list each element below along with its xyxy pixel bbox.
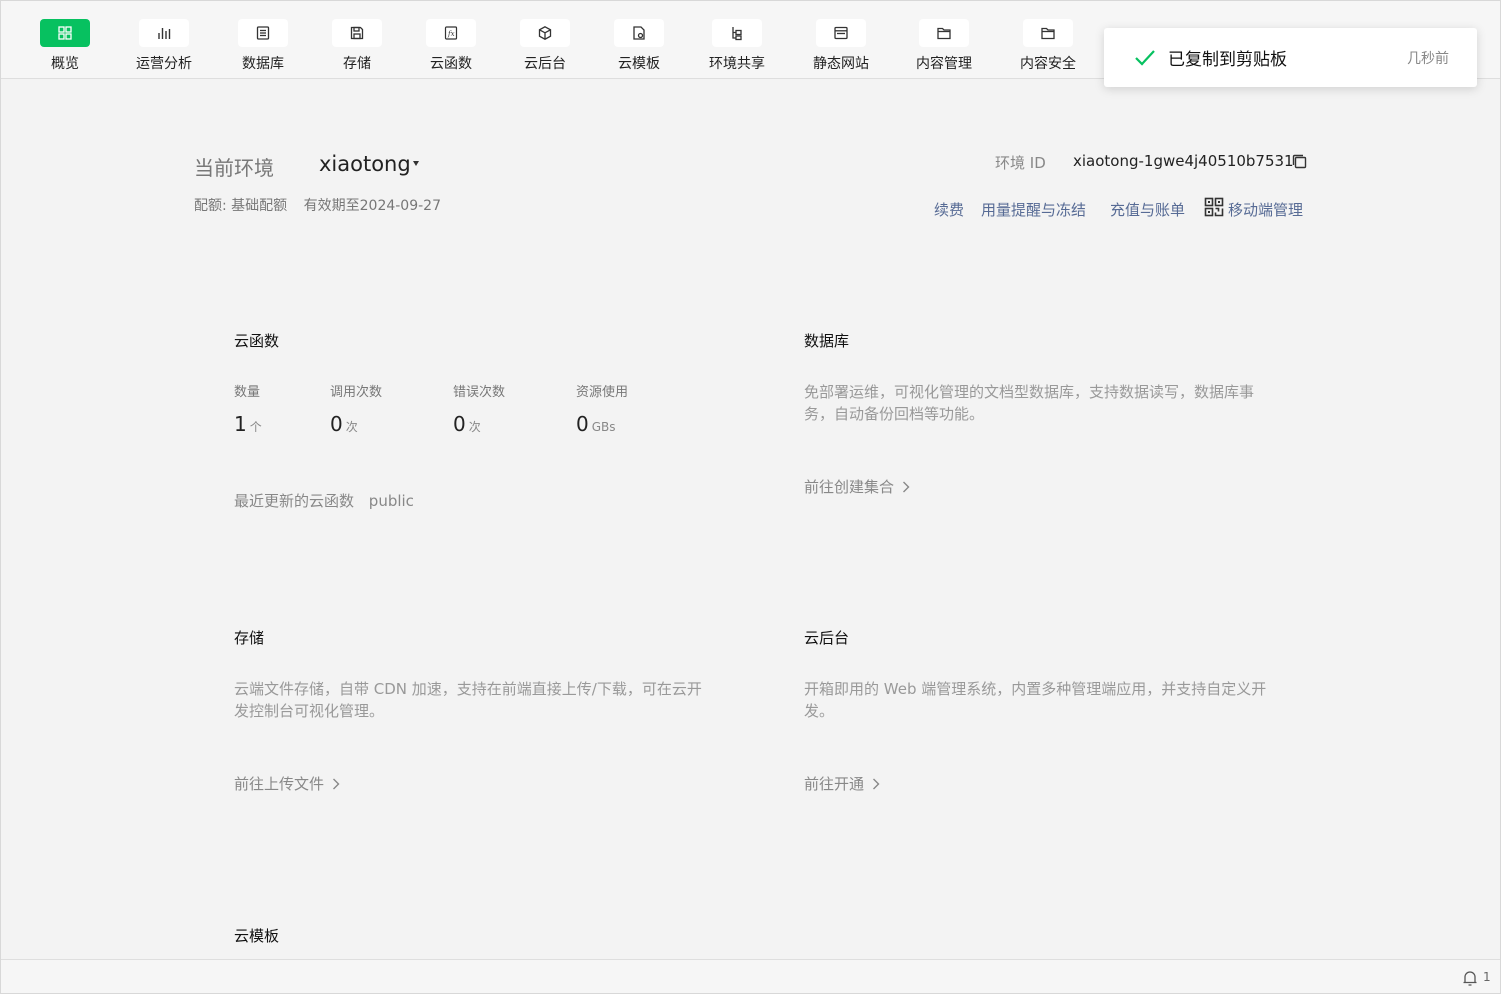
recent-function-label: 最近更新的云函数 — [234, 492, 355, 510]
tab-database[interactable]: 数据库 — [213, 17, 313, 73]
folder-icon — [937, 27, 951, 40]
tab-label: 环境共享 — [709, 56, 765, 72]
tab-label: 云函数 — [430, 56, 472, 72]
env-quota: 配额: 基础配额 有效期至2024-09-27 — [194, 195, 453, 215]
env-id-label: 环境 ID — [995, 154, 1046, 172]
database-title: 数据库 — [804, 332, 850, 350]
tab-label: 静态网站 — [813, 56, 869, 72]
share-tree-icon — [732, 27, 742, 41]
bar-chart-icon — [158, 28, 171, 39]
tab-label: 内容管理 — [916, 56, 972, 72]
recharge-link[interactable]: 充值与账单 — [1110, 199, 1185, 220]
tab-label: 云后台 — [524, 56, 566, 72]
stat-value-errors: 0次 — [453, 412, 481, 436]
save-icon — [350, 26, 364, 40]
stat-label-resources: 资源使用 — [576, 385, 629, 400]
copy-icon[interactable] — [1291, 153, 1308, 170]
folder-icon — [1041, 27, 1055, 40]
cloud-template-title: 云模板 — [234, 927, 280, 945]
stat-label-invocations: 调用次数 — [330, 385, 383, 400]
stat-label-count: 数量 — [234, 385, 261, 400]
qr-code-icon[interactable] — [1204, 197, 1224, 217]
status-bar: 1 — [1, 959, 1500, 993]
copied-toast: 已复制到剪贴板 几秒前 — [1104, 28, 1477, 87]
tab-label: 云模板 — [618, 56, 660, 72]
caret-down-icon[interactable] — [413, 161, 419, 166]
tab-env-share[interactable]: 环境共享 — [687, 17, 787, 73]
env-selector[interactable]: xiaotong — [319, 152, 411, 176]
tab-label: 运营分析 — [136, 56, 192, 72]
notification-count: 1 — [1483, 970, 1491, 984]
tab-cloud-template[interactable]: 云模板 — [589, 17, 689, 73]
tab-static-website[interactable]: 静态网站 — [791, 17, 891, 73]
database-icon — [256, 26, 270, 40]
storage-description: 云端文件存储，自带 CDN 加速，支持在前端直接上传/下载，可在云开发控制台可视… — [234, 680, 702, 720]
tab-content-security[interactable]: 内容安全 — [998, 17, 1098, 73]
tab-label: 概览 — [51, 56, 79, 72]
cloud-admin-title: 云后台 — [804, 629, 850, 647]
browser-icon — [834, 26, 848, 40]
tab-label: 内容安全 — [1020, 56, 1076, 72]
chevron-right-icon — [903, 481, 910, 493]
function-icon: fx — [444, 26, 458, 40]
stat-label-errors: 错误次数 — [453, 385, 506, 400]
renew-link[interactable]: 续费 — [934, 199, 964, 220]
database-description: 免部署运维，可视化管理的文档型数据库，支持数据读写，数据库事务，自动备份回档等功… — [804, 383, 1255, 423]
storage-title: 存储 — [234, 629, 265, 647]
upload-file-link[interactable]: 前往上传文件 — [234, 773, 340, 794]
usage-alert-link[interactable]: 用量提醒与冻结 — [981, 199, 1086, 220]
valid-until-text: 有效期至2024-09-27 — [303, 198, 441, 214]
cloud-admin-description: 开箱即用的 Web 端管理系统，内置多种管理端应用，并支持自定义开发。 — [804, 680, 1267, 720]
env-id-value: xiaotong-1gwe4j40510b7531 — [1073, 152, 1294, 170]
stat-value-resources: 0 GBs — [576, 412, 616, 436]
grid-icon — [58, 26, 72, 40]
stat-value-invocations: 0次 — [330, 412, 358, 436]
toast-message: 已复制到剪贴板 — [1168, 50, 1287, 70]
activate-link[interactable]: 前往开通 — [804, 773, 880, 794]
tab-label: 存储 — [343, 56, 371, 72]
recent-function-link[interactable]: public — [369, 492, 414, 510]
template-icon — [633, 26, 645, 40]
bell-icon[interactable] — [1462, 970, 1478, 987]
svg-text:fx: fx — [447, 30, 455, 38]
tab-label: 数据库 — [242, 56, 284, 72]
chevron-right-icon — [873, 778, 880, 790]
mobile-management-link[interactable]: 移动端管理 — [1228, 199, 1303, 220]
toast-time: 几秒前 — [1407, 51, 1449, 67]
tab-storage[interactable]: 存储 — [307, 17, 407, 73]
tab-overview[interactable]: 概览 — [15, 17, 115, 73]
tab-cloud-functions[interactable]: fx 云函数 — [401, 17, 501, 73]
tab-analytics[interactable]: 运营分析 — [114, 17, 214, 73]
cube-icon — [538, 26, 552, 40]
check-icon — [1135, 50, 1155, 66]
stat-value-count: 1个 — [234, 412, 262, 436]
tab-cloud-admin[interactable]: 云后台 — [495, 17, 595, 73]
create-collection-link[interactable]: 前往创建集合 — [804, 476, 910, 497]
chevron-right-icon — [333, 778, 340, 790]
cloud-functions-title: 云函数 — [234, 332, 280, 350]
tab-content-management[interactable]: 内容管理 — [894, 17, 994, 73]
quota-text: 配额: 基础配额 — [194, 198, 288, 214]
recent-function: 最近更新的云函数 public — [234, 490, 414, 511]
current-env-label: 当前环境 — [194, 156, 274, 180]
